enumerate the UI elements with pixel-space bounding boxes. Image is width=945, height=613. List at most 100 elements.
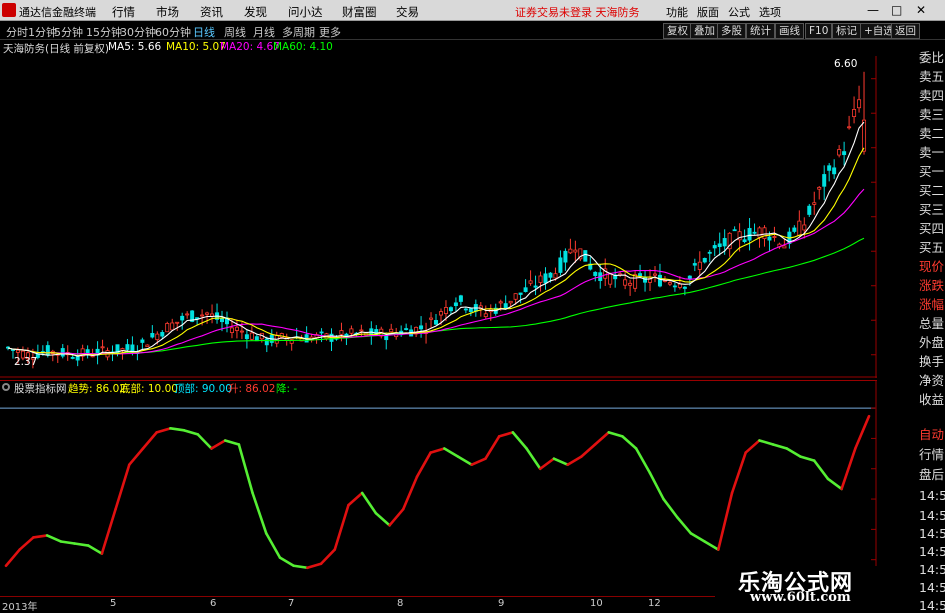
- trend-segment: [88, 546, 102, 554]
- trend-segment: [143, 432, 157, 448]
- candle-body: [673, 286, 676, 287]
- side-item-27[interactable]: 14:50: [919, 580, 945, 595]
- minimize-button[interactable]: —: [867, 3, 879, 17]
- tab-2[interactable]: 5分钟: [54, 24, 83, 40]
- menu-market[interactable]: 市场: [156, 4, 179, 20]
- trend-segment: [609, 432, 623, 436]
- toolbar-button-1[interactable]: 叠加: [690, 23, 719, 39]
- side-item-0[interactable]: 委比: [919, 47, 944, 66]
- trend-segment: [20, 537, 34, 549]
- candle-body: [624, 280, 627, 285]
- side-item-4[interactable]: 卖二: [919, 123, 944, 142]
- trend-segment: [787, 449, 801, 457]
- tool-layout[interactable]: 版面: [697, 4, 719, 20]
- menu-discover[interactable]: 发现: [244, 4, 267, 20]
- tab-1[interactable]: 1分钟: [28, 24, 57, 40]
- side-item-17[interactable]: 净资: [919, 370, 944, 389]
- tab-4[interactable]: 30分钟: [120, 24, 156, 40]
- candle-body: [16, 350, 19, 352]
- candle-body: [141, 340, 144, 343]
- side-item-9[interactable]: 买四: [919, 218, 944, 237]
- tool-formula[interactable]: 公式: [728, 4, 750, 20]
- side-item-7[interactable]: 买二: [919, 180, 944, 199]
- candle-body: [544, 274, 547, 283]
- login-status[interactable]: 证券交易未登录 天海防务: [515, 4, 640, 20]
- close-button[interactable]: ✕: [916, 3, 926, 17]
- trend-segment: [6, 550, 20, 566]
- toolbar-button-2[interactable]: 多股: [717, 23, 746, 39]
- tool-options[interactable]: 选项: [759, 4, 781, 20]
- side-item-12[interactable]: 涨跌: [919, 275, 944, 294]
- candle-body: [763, 228, 766, 239]
- side-item-1[interactable]: 卖五: [919, 66, 944, 85]
- side-item-22[interactable]: 14:50: [919, 488, 945, 503]
- trend-segment: [732, 453, 746, 493]
- candle-body: [181, 316, 184, 320]
- toolbar-button-0[interactable]: 复权: [663, 23, 692, 39]
- tab-9[interactable]: 多周期: [282, 24, 315, 40]
- side-item-10[interactable]: 买五: [919, 237, 944, 256]
- side-item-16[interactable]: 换手: [919, 351, 944, 370]
- side-item-20[interactable]: 行情: [919, 444, 944, 463]
- maximize-button[interactable]: □: [891, 3, 902, 17]
- x-tick-2: 6: [210, 598, 216, 609]
- side-item-21[interactable]: 盘后: [919, 464, 944, 483]
- side-item-2[interactable]: 卖四: [919, 85, 944, 104]
- side-item-24[interactable]: 14:50: [919, 526, 945, 541]
- side-item-8[interactable]: 买三: [919, 199, 944, 218]
- trend-segment: [650, 473, 664, 499]
- tab-7[interactable]: 周线: [224, 24, 246, 40]
- tab-5[interactable]: 60分钟: [155, 24, 191, 40]
- toolbar-button-8[interactable]: 返回: [891, 23, 920, 39]
- side-item-13[interactable]: 涨幅: [919, 294, 944, 313]
- menu-news[interactable]: 资讯: [200, 4, 223, 20]
- side-item-19[interactable]: 自动: [919, 424, 944, 443]
- side-item-5[interactable]: 卖一: [919, 142, 944, 161]
- menu-quotes[interactable]: 行情: [112, 4, 135, 20]
- candle-body: [708, 252, 711, 253]
- x-tick-1: 5: [110, 598, 116, 609]
- side-item-25[interactable]: 14:50: [919, 544, 945, 559]
- indicator-bottom: 底部: 10.00: [120, 381, 178, 396]
- trend-segment: [417, 453, 431, 477]
- tab-8[interactable]: 月线: [253, 24, 275, 40]
- side-item-28[interactable]: 14:50: [919, 598, 945, 613]
- candle-body: [688, 276, 691, 279]
- tab-3[interactable]: 15分钟: [86, 24, 122, 40]
- side-item-14[interactable]: 总量: [919, 313, 944, 332]
- trend-segment: [74, 544, 88, 546]
- trend-segment: [116, 465, 130, 509]
- candle-body: [584, 251, 587, 262]
- candle-body: [808, 206, 811, 214]
- side-item-23[interactable]: 14:50: [919, 508, 945, 523]
- candle-body: [46, 346, 49, 356]
- candle-body: [713, 245, 716, 247]
- candle-body: [439, 312, 442, 315]
- candle-body: [156, 334, 159, 340]
- menu-ask[interactable]: 问小达: [288, 4, 323, 20]
- tab-6[interactable]: 日线: [193, 24, 215, 40]
- tool-function[interactable]: 功能: [666, 4, 688, 20]
- candle-body: [668, 283, 671, 285]
- toolbar-button-3[interactable]: 统计: [746, 23, 775, 39]
- side-item-26[interactable]: 14:50: [919, 562, 945, 577]
- candle-body: [484, 314, 487, 317]
- tab-10[interactable]: 更多: [319, 24, 341, 40]
- tab-0[interactable]: 分时: [6, 24, 28, 40]
- toolbar-button-6[interactable]: 标记: [832, 23, 861, 39]
- toolbar-button-4[interactable]: 画线: [775, 23, 804, 39]
- trend-segment: [362, 493, 376, 513]
- candle-body: [514, 294, 517, 300]
- trend-segment: [239, 444, 253, 493]
- side-item-11[interactable]: 现价: [919, 256, 944, 275]
- side-item-3[interactable]: 卖三: [919, 104, 944, 123]
- side-item-6[interactable]: 买一: [919, 161, 944, 180]
- side-item-18[interactable]: 收益: [919, 389, 944, 408]
- candle-body: [429, 318, 432, 319]
- toolbar-button-5[interactable]: F10: [805, 23, 832, 39]
- menu-wealth[interactable]: 财富圈: [342, 4, 377, 20]
- trend-segment: [335, 505, 349, 549]
- side-item-15[interactable]: 外盘: [919, 332, 944, 351]
- menu-trade[interactable]: 交易: [396, 4, 419, 20]
- indicator-up: 升: 86.02: [228, 381, 275, 396]
